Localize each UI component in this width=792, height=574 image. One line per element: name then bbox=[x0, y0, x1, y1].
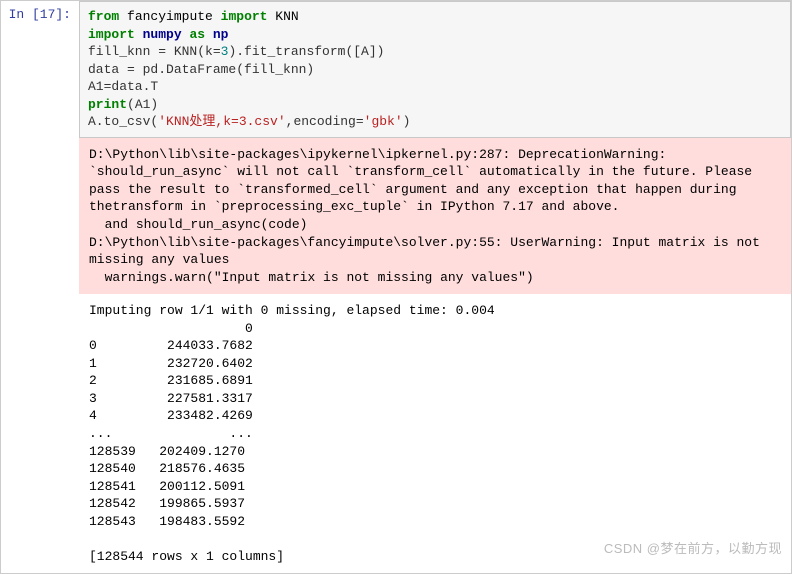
cell-content: from fancyimpute import KNN import numpy… bbox=[79, 1, 791, 573]
stderr-output: D:\Python\lib\site-packages\ipykernel\ip… bbox=[79, 138, 791, 294]
kw-from: from bbox=[88, 9, 119, 24]
print-arg: (A1) bbox=[127, 97, 158, 112]
kw-as: as bbox=[189, 27, 205, 42]
str-gbk: 'gbk' bbox=[364, 114, 403, 129]
output-area: D:\Python\lib\site-packages\ipykernel\ip… bbox=[79, 138, 791, 574]
code-line5: A1=data.T bbox=[88, 79, 158, 94]
input-prompt: In [17]: bbox=[1, 1, 79, 573]
mod-numpy: numpy bbox=[143, 27, 182, 42]
code-line7a: A.to_csv( bbox=[88, 114, 158, 129]
code-input[interactable]: from fancyimpute import KNN import numpy… bbox=[79, 1, 791, 138]
watermark: CSDN @梦在前方，以勤方现 bbox=[604, 538, 782, 557]
alias-np: np bbox=[213, 27, 229, 42]
mod-fancyimpute: fancyimpute bbox=[127, 9, 213, 24]
code-line3a: fill_knn = KNN(k= bbox=[88, 44, 221, 59]
kw-import: import bbox=[221, 9, 268, 24]
stdout-output: Imputing row 1/1 with 0 missing, elapsed… bbox=[79, 294, 791, 573]
code-line7b: ,encoding= bbox=[286, 114, 364, 129]
code-line4: data = pd.DataFrame(fill_knn) bbox=[88, 62, 314, 77]
code-line7c: ) bbox=[403, 114, 411, 129]
code-line3b: ).fit_transform([A]) bbox=[228, 44, 384, 59]
kw-import2: import bbox=[88, 27, 135, 42]
notebook-cell: In [17]: from fancyimpute import KNN imp… bbox=[0, 0, 792, 574]
fn-print: print bbox=[88, 97, 127, 112]
str-csvname: 'KNN处理,k=3.csv' bbox=[158, 114, 285, 129]
name-knn: KNN bbox=[275, 9, 298, 24]
